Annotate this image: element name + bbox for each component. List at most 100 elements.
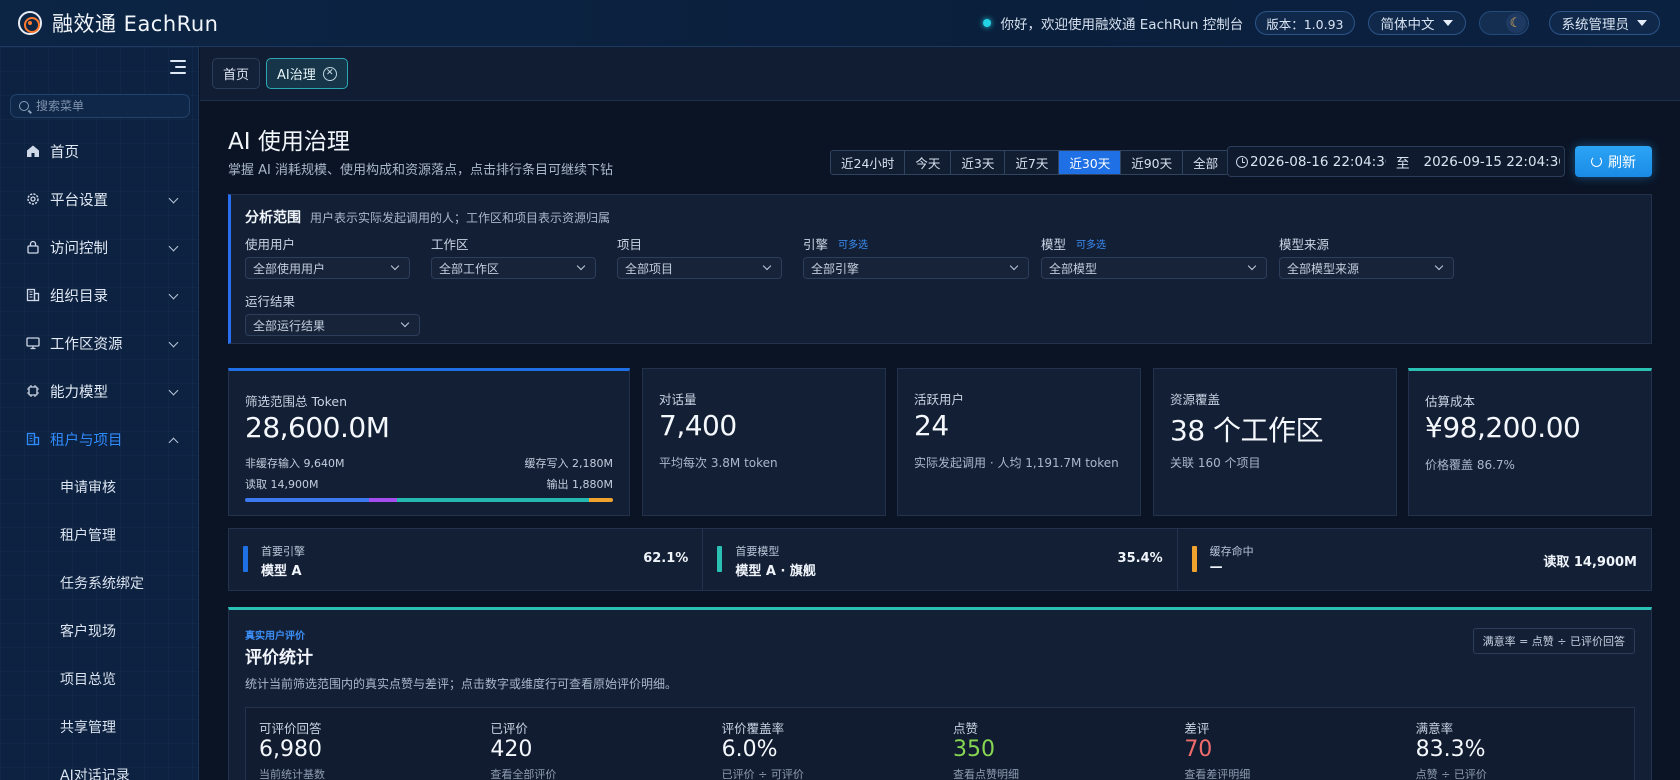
stat-value: 70 [1184, 737, 1213, 762]
language-dropdown[interactable]: 简体中文 [1367, 11, 1466, 35]
sidebar-subitem-application-review[interactable]: 申请审核 [0, 463, 199, 511]
theme-toggle[interactable]: ☾ [1478, 11, 1529, 35]
filter-description: 用户表示实际发起调用的人；工作区和项目表示资源归属 [310, 211, 611, 225]
accent-bar [1191, 546, 1197, 572]
chevron-down-icon [576, 261, 586, 271]
menu-collapse-icon[interactable] [170, 60, 186, 74]
date-end-input[interactable]: 2026-09-15 22:04:36 [1424, 154, 1560, 170]
range-90d-button[interactable]: 近90天 [1121, 151, 1184, 174]
stat-value: 83.3% [1415, 737, 1486, 762]
select-value: 全部运行结果 [253, 318, 326, 333]
sidebar-item-label: 访问控制 [50, 240, 108, 257]
kpi-label: 筛选范围总 Token [245, 394, 348, 409]
stat-coverage-rate[interactable]: 评价覆盖率 6.0% 已评价 ÷ 可评价 [709, 708, 940, 780]
filter-header: 分析范围 用户表示实际发起调用的人；工作区和项目表示资源归属 [245, 207, 610, 227]
kpi-sub: 实际发起调用 · 人均 1,191.7M token [914, 456, 1119, 470]
sidebar-item-tenants-projects[interactable]: 租户与项目 [0, 415, 199, 463]
evaluation-tag: 真实用户评价 [245, 631, 305, 642]
stat-label: 已评价 [490, 721, 528, 736]
brand[interactable]: 融效通 EachRun [18, 8, 218, 38]
logo-icon [18, 11, 42, 35]
sidebar-item-org-directory[interactable]: 组织目录 [0, 271, 199, 319]
monitor-icon [25, 336, 40, 351]
workspace-select[interactable]: 全部工作区 [431, 257, 596, 279]
select-value: 全部模型来源 [1287, 261, 1360, 276]
refresh-button[interactable]: 刷新 [1575, 146, 1652, 177]
date-start-input[interactable]: 2026-08-16 22:04:36 [1250, 154, 1386, 170]
summary-cache-hit[interactable]: 缓存命中 — 读取 14,900M [1178, 529, 1651, 590]
refresh-label: 刷新 [1608, 154, 1636, 171]
sidebar-subitem-task-binding[interactable]: 任务系统绑定 [0, 559, 199, 607]
user-menu[interactable]: 系统管理员 [1548, 11, 1660, 35]
chevron-down-icon [168, 337, 179, 348]
sidebar-subitem-project-overview[interactable]: 项目总览 [0, 655, 199, 703]
summary-top-engine[interactable]: 首要引擎 模型 A 62.1% [229, 529, 704, 590]
model-select[interactable]: 全部模型 [1041, 257, 1267, 279]
sidebar-subitem-tenant-management[interactable]: 租户管理 [0, 511, 199, 559]
stat-evaluable-answers[interactable]: 可评价回答 6,980 当前统计基数 [246, 708, 477, 780]
filter-title: 分析范围 [245, 210, 301, 226]
clock-icon [1236, 155, 1248, 168]
search-icon [19, 101, 29, 111]
kpi-sub: 平均每次 3.8M token [659, 456, 778, 470]
range-24h-button[interactable]: 近24小时 [831, 151, 906, 174]
summary-top-model[interactable]: 首要模型 模型 A · 旗舰 35.4% [703, 529, 1178, 590]
multi-select-hint: 可多选 [1076, 239, 1107, 251]
sidebar-subitem-sharing[interactable]: 共享管理 [0, 703, 199, 751]
kpi-value: 38 个工作区 [1170, 414, 1324, 447]
summary-label: 首要模型 [735, 545, 780, 558]
range-all-button[interactable]: 全部 [1183, 151, 1229, 174]
sidebar-subitem-ai-chat-log[interactable]: AI对话记录 [0, 751, 199, 780]
tab-label: AI治理 [277, 68, 316, 83]
tab-ai-governance[interactable]: AI治理 ✕ [266, 58, 348, 89]
sidebar-item-label: 首页 [50, 144, 79, 161]
sidebar-item-capability-models[interactable]: 能力模型 [0, 367, 199, 415]
engine-select[interactable]: 全部引擎 [803, 257, 1029, 279]
tab-home[interactable]: 首页 [212, 58, 261, 89]
summary-value: 35.4% [1117, 551, 1163, 566]
field-label: 引擎 [803, 236, 829, 252]
kpi-active-users[interactable]: 活跃用户 24 实际发起调用 · 人均 1,191.7M token [897, 368, 1141, 516]
sidebar-item-access-control[interactable]: 访问控制 [0, 223, 199, 271]
sidebar-item-workspace-resources[interactable]: 工作区资源 [0, 319, 199, 367]
stat-sub: 查看全部评价 [490, 768, 557, 780]
sidebar-item-home[interactable]: 首页 [0, 127, 199, 175]
range-7d-button[interactable]: 近7天 [1005, 151, 1060, 174]
kpi-resource-coverage[interactable]: 资源覆盖 38 个工作区 关联 160 个项目 [1153, 368, 1397, 516]
kpi-estimated-cost[interactable]: 估算成本 ¥98,200.00 价格覆盖 86.7% [1408, 368, 1652, 516]
sidebar-subitem-customer-site[interactable]: 客户现场 [0, 607, 199, 655]
chip-icon [25, 384, 40, 399]
stat-value: 6.0% [721, 737, 778, 762]
stat-likes[interactable]: 点赞 350 查看点赞明细 [940, 708, 1171, 780]
kpi-value: ¥98,200.00 [1425, 411, 1581, 444]
kpi-total-token[interactable]: 筛选范围总 Token 28,600.0M 非缓存输入 9,640M 缓存写入 … [228, 368, 630, 516]
close-icon[interactable]: ✕ [322, 66, 337, 81]
chevron-down-icon [762, 261, 772, 271]
run-result-select[interactable]: 全部运行结果 [245, 314, 420, 336]
greeting-text: 你好，欢迎使用融效通 EachRun 控制台 [1000, 17, 1244, 33]
range-3d-button[interactable]: 近3天 [951, 151, 1006, 174]
project-select[interactable]: 全部项目 [617, 257, 782, 279]
sidebar-item-label: 组织目录 [50, 288, 108, 305]
stat-sub: 查看点赞明细 [952, 768, 1019, 780]
select-value: 全部项目 [625, 261, 674, 276]
summary-value: 62.1% [643, 551, 689, 566]
range-today-button[interactable]: 今天 [905, 151, 952, 174]
sidebar-item-platform-settings[interactable]: 平台设置 [0, 175, 199, 223]
stat-evaluated[interactable]: 已评价 420 查看全部评价 [477, 708, 708, 780]
menu-search[interactable] [10, 94, 190, 118]
chevron-down-icon [1247, 261, 1257, 271]
date-range-picker[interactable]: 2026-08-16 22:04:36 至 2026-09-15 22:04:3… [1227, 146, 1565, 177]
filter-workspace: 工作区 全部工作区 [431, 234, 596, 279]
model-source-select[interactable]: 全部模型来源 [1279, 257, 1454, 279]
stat-satisfaction[interactable]: 满意率 83.3% 点赞 ÷ 已评价 [1403, 708, 1634, 780]
lock-icon [25, 240, 40, 255]
satisfaction-formula: 满意率 = 点赞 ÷ 已评价回答 [1472, 628, 1635, 654]
range-30d-button[interactable]: 近30天 [1059, 151, 1122, 174]
sidebar-item-label: 能力模型 [50, 384, 108, 401]
user-select[interactable]: 全部使用用户 [245, 257, 410, 279]
kpi-conversations[interactable]: 对话量 7,400 平均每次 3.8M token [642, 368, 886, 516]
menu-search-input[interactable] [36, 99, 176, 113]
stat-dislikes[interactable]: 差评 70 查看差评明细 [1171, 708, 1402, 780]
summary-name: 模型 A · 旗舰 [735, 564, 816, 579]
